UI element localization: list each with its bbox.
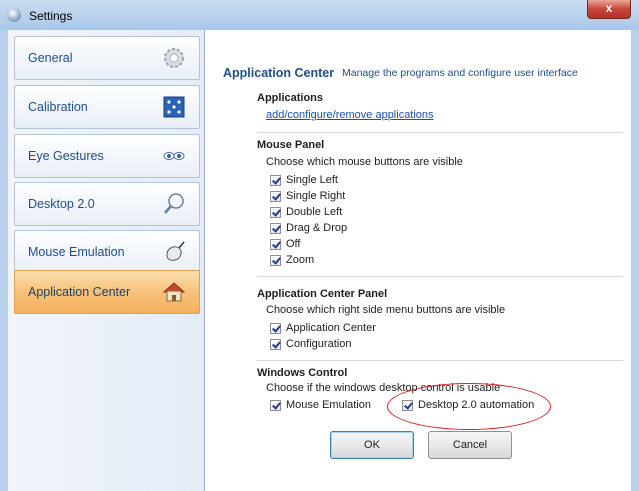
home-icon <box>162 282 186 302</box>
mouse-icon <box>166 241 185 261</box>
mouse-panel-description: Choose which mouse buttons are visible <box>266 156 463 168</box>
sidebar-item-label: Desktop 2.0 <box>28 197 95 211</box>
sidebar-item-general[interactable]: General <box>14 36 200 80</box>
eyes-icon <box>163 152 185 160</box>
checkbox-label: Off <box>286 238 301 251</box>
app-center-panel-title: Application Center Panel <box>257 288 388 300</box>
sidebar-item-desktop[interactable]: Desktop 2.0 <box>14 182 200 226</box>
window-title: Settings <box>29 9 73 23</box>
checkbox[interactable] <box>270 190 281 202</box>
magnifier-icon <box>164 193 184 214</box>
divider <box>257 276 623 277</box>
divider <box>257 360 623 361</box>
checkbox-drag-drop[interactable]: Drag & Drop <box>270 222 347 236</box>
checkbox[interactable] <box>270 338 281 350</box>
checkbox-application-center[interactable]: Application Center <box>270 322 376 336</box>
checkbox-label: Drag & Drop <box>286 222 348 235</box>
checkbox[interactable] <box>270 206 281 218</box>
checkbox[interactable] <box>270 399 281 411</box>
checkbox[interactable] <box>402 399 413 411</box>
title-bar: Settings x <box>0 0 639 30</box>
checkbox-label: Desktop 2.0 automation <box>418 399 535 412</box>
windows-control-title: Windows Control <box>257 367 348 379</box>
checkbox-single-right[interactable]: Single Right <box>270 190 345 204</box>
checkbox-label: Configuration <box>286 338 352 351</box>
checkbox-label: Application Center <box>286 322 376 335</box>
windows-control-description: Choose if the windows desktop control is… <box>266 382 501 394</box>
checkbox[interactable] <box>270 254 281 266</box>
checkbox[interactable] <box>270 222 281 234</box>
sidebar-item-calibration[interactable]: Calibration <box>14 85 200 129</box>
close-button[interactable]: x <box>587 0 631 19</box>
window-frame-left <box>0 30 8 491</box>
checkbox-zoom[interactable]: Zoom <box>270 254 314 268</box>
app-icon <box>7 8 21 22</box>
mouse-panel-title: Mouse Panel <box>257 139 325 151</box>
sidebar-item-label: Mouse Emulation <box>28 245 125 259</box>
sidebar-item-label: Application Center <box>28 285 131 299</box>
checkbox[interactable] <box>270 174 281 186</box>
sidebar-item-mouse-emulation[interactable]: Mouse Emulation <box>14 230 200 274</box>
ok-button[interactable]: OK <box>330 431 414 459</box>
checkbox-mouse-emulation[interactable]: Mouse Emulation <box>270 399 371 413</box>
checkbox-label: Single Left <box>286 174 338 187</box>
sidebar-item-label: Eye Gestures <box>28 149 104 163</box>
sidebar-item-eye-gestures[interactable]: Eye Gestures <box>14 134 200 178</box>
gear-icon <box>164 48 184 68</box>
sidebar-item-label: Calibration <box>28 100 88 114</box>
manage-applications-link[interactable]: add/configure/remove applications <box>266 109 434 121</box>
sidebar: General Calibration Eye Gestures Desktop… <box>8 30 205 491</box>
checkbox-label: Zoom <box>286 254 315 267</box>
window-frame-right <box>631 30 639 491</box>
checkbox-double-left[interactable]: Double Left <box>270 206 342 220</box>
checkbox-off[interactable]: Off <box>270 238 300 252</box>
sidebar-item-label: General <box>28 51 73 65</box>
checkbox-label: Double Left <box>286 206 343 219</box>
sidebar-item-application-center[interactable]: Application Center <box>14 270 200 314</box>
calibration-icon <box>163 96 185 118</box>
divider <box>257 132 623 133</box>
checkbox-label: Mouse Emulation <box>286 399 371 412</box>
applications-title: Applications <box>257 92 324 104</box>
page-title: Application Center <box>223 66 335 80</box>
checkbox-desktop-automation[interactable]: Desktop 2.0 automation <box>402 399 534 413</box>
checkbox[interactable] <box>270 238 281 250</box>
main-panel: Application Center Manage the programs a… <box>205 30 631 491</box>
checkbox-single-left[interactable]: Single Left <box>270 174 338 188</box>
checkbox[interactable] <box>270 322 281 334</box>
checkbox-configuration[interactable]: Configuration <box>270 338 351 352</box>
app-center-panel-description: Choose which right side menu buttons are… <box>266 304 506 316</box>
cancel-button[interactable]: Cancel <box>428 431 512 459</box>
checkbox-label: Single Right <box>286 190 346 203</box>
page-description: Manage the programs and configure user i… <box>342 67 578 79</box>
